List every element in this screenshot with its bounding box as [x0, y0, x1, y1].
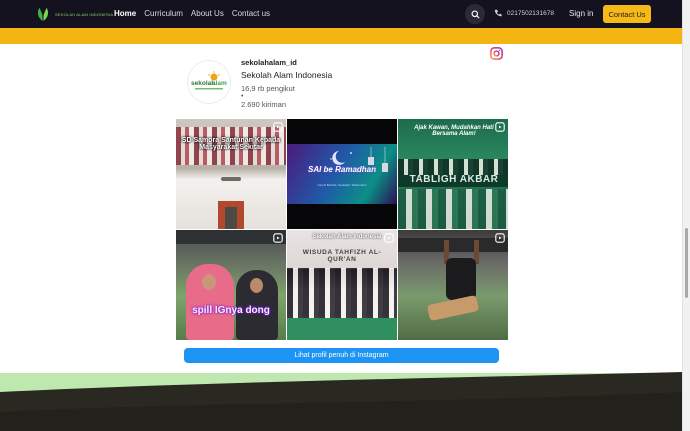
page-scrollbar[interactable]: [682, 0, 690, 431]
scrollbar-thumb[interactable]: [685, 228, 688, 298]
footer-dark-shape: [0, 372, 682, 431]
